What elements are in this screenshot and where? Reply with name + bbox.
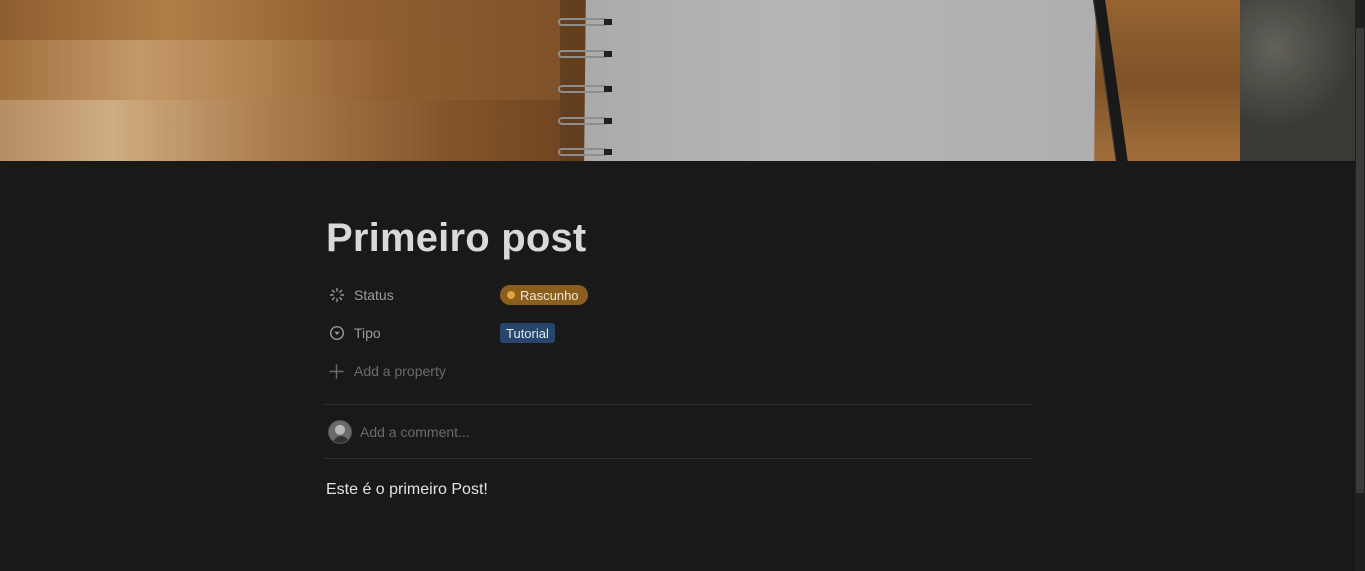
properties-list: Status Rascunho Tipo Tutorial Add a prop… [326, 276, 1032, 390]
status-dot [507, 291, 515, 299]
status-badge[interactable]: Rascunho [500, 285, 588, 305]
property-label: Status [354, 287, 394, 303]
page-body-text[interactable]: Este é o primeiro Post! [326, 481, 1032, 499]
page-title[interactable]: Primeiro post [326, 210, 1032, 266]
comment-row [326, 405, 1032, 458]
comment-input[interactable] [360, 423, 960, 440]
page-cover-image[interactable] [0, 0, 1355, 161]
avatar [328, 419, 352, 444]
property-row-status: Status Rascunho [326, 276, 1032, 314]
add-property-label: Add a property [354, 363, 446, 379]
property-value-tipo[interactable]: Tutorial [500, 323, 555, 343]
cover-shade [0, 0, 1355, 161]
property-row-tipo: Tipo Tutorial [326, 314, 1032, 352]
scrollbar-thumb[interactable] [1356, 28, 1364, 493]
property-name-status[interactable]: Status [326, 286, 500, 304]
page-content: Primeiro post Status Rascunho Tipo Tutor… [324, 210, 1032, 499]
status-loading-icon [328, 286, 346, 304]
property-value-status[interactable]: Rascunho [500, 285, 588, 305]
status-badge-label: Rascunho [520, 287, 579, 303]
property-label: Tipo [354, 325, 381, 341]
plus-icon [329, 363, 344, 379]
divider [324, 458, 1032, 459]
select-chevron-icon [328, 324, 346, 342]
add-property-button[interactable]: Add a property [326, 352, 1032, 390]
property-name-tipo[interactable]: Tipo [326, 324, 500, 342]
vertical-scrollbar[interactable] [1355, 0, 1365, 571]
tag-badge[interactable]: Tutorial [500, 323, 555, 343]
